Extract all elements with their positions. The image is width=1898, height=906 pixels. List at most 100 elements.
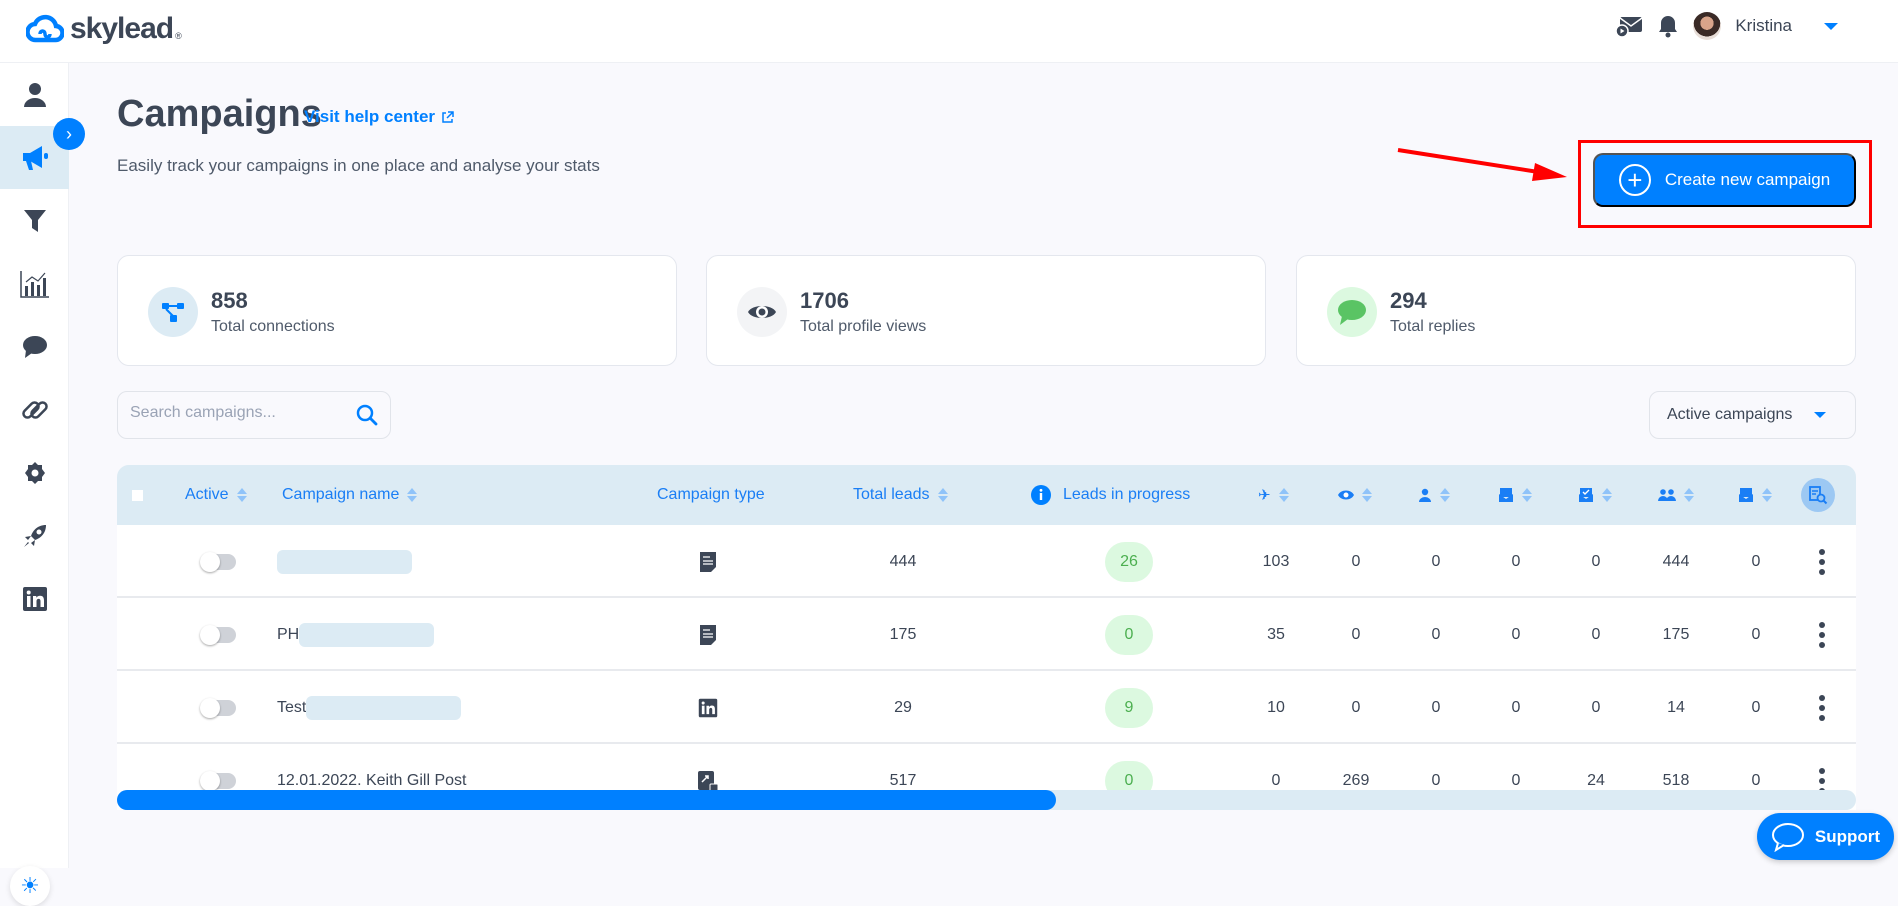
stat-cell-invites-sent: 103 bbox=[1262, 552, 1290, 570]
sort-icon bbox=[407, 488, 418, 502]
sort-icon bbox=[1602, 488, 1612, 502]
mail-play-icon[interactable] bbox=[1615, 14, 1643, 38]
active-toggle[interactable] bbox=[200, 551, 236, 572]
th-label: Active bbox=[185, 486, 229, 503]
redacted-text bbox=[306, 695, 462, 720]
search-input[interactable] bbox=[130, 404, 340, 422]
th-invites-sent[interactable]: ✈ bbox=[1258, 465, 1289, 525]
email-sent-icon bbox=[1499, 488, 1513, 502]
support-button[interactable]: Support bbox=[1757, 813, 1894, 860]
sort-icon bbox=[1684, 488, 1694, 502]
avatar[interactable] bbox=[1693, 12, 1722, 40]
link-icon bbox=[21, 400, 48, 419]
row-menu-button[interactable] bbox=[1807, 598, 1837, 671]
gear-icon bbox=[24, 461, 45, 484]
leads-in-progress-cell: 9 bbox=[1069, 671, 1189, 744]
table-row[interactable]: Test 29 9 10 0 0 0 0 14 0 bbox=[117, 671, 1856, 744]
cloud-link-icon bbox=[26, 14, 64, 43]
th-connections[interactable] bbox=[1658, 465, 1694, 525]
th-active[interactable]: Active bbox=[185, 465, 247, 525]
sidebar-item-integrations[interactable] bbox=[0, 378, 69, 441]
table-search-icon bbox=[1809, 486, 1828, 505]
sidebar-item-statistics[interactable] bbox=[0, 252, 69, 315]
linkedin-type-icon bbox=[677, 671, 739, 744]
table-row[interactable]: 444 26 103 0 0 0 0 444 0 bbox=[117, 525, 1856, 598]
sidebar-item-boost[interactable] bbox=[0, 504, 69, 567]
active-toggle[interactable] bbox=[200, 697, 236, 718]
stat-cell-invites-sent: 35 bbox=[1267, 625, 1285, 643]
active-toggle[interactable] bbox=[200, 770, 236, 791]
th-email-sent[interactable] bbox=[1498, 465, 1532, 525]
stat-cell-email-verified: 0 bbox=[1591, 698, 1601, 716]
campaign-name-cell[interactable]: Test bbox=[277, 671, 462, 744]
total-leads: 175 bbox=[889, 625, 917, 643]
sort-icon bbox=[1522, 488, 1532, 502]
stat-value: 1706 bbox=[800, 288, 849, 313]
sidebar-item-settings[interactable] bbox=[0, 441, 69, 504]
campaign-name[interactable]: PH bbox=[277, 626, 299, 644]
row-menu-button[interactable] bbox=[1807, 525, 1837, 598]
row-menu-button[interactable] bbox=[1807, 671, 1837, 744]
chevron-down-icon[interactable] bbox=[1824, 22, 1838, 30]
registered-mark: ® bbox=[175, 31, 182, 41]
sidebar-item-profile[interactable] bbox=[0, 63, 69, 126]
csv-type-icon bbox=[677, 598, 739, 671]
stat-cell-profile-views: 0 bbox=[1351, 698, 1361, 716]
chevron-down-icon bbox=[1814, 412, 1827, 418]
th-campaign-name[interactable]: Campaign name bbox=[282, 465, 418, 525]
sort-icon bbox=[1762, 488, 1772, 502]
sidebar-item-inbox[interactable] bbox=[0, 315, 69, 378]
search-icon[interactable] bbox=[356, 404, 378, 426]
logo[interactable]: skylead ® bbox=[26, 12, 182, 46]
th-email-replies[interactable] bbox=[1738, 465, 1772, 525]
stat-cell-email-replies: 0 bbox=[1751, 552, 1761, 570]
th-email-verified[interactable] bbox=[1578, 465, 1612, 525]
sort-icon bbox=[1278, 488, 1289, 502]
th-profile-views[interactable] bbox=[1338, 465, 1372, 525]
user-icon bbox=[23, 82, 46, 107]
column-settings-button[interactable] bbox=[1801, 465, 1835, 525]
support-label: Support bbox=[1814, 826, 1881, 846]
horizontal-scrollbar[interactable] bbox=[117, 790, 1856, 810]
th-label: Campaign type bbox=[657, 486, 765, 503]
stat-cell-follows: 0 bbox=[1431, 625, 1441, 643]
campaign-status-dropdown[interactable]: Active campaigns bbox=[1649, 391, 1856, 439]
search-box bbox=[117, 391, 391, 439]
th-follows[interactable] bbox=[1418, 465, 1450, 525]
sidebar-item-linkedin[interactable] bbox=[0, 567, 69, 630]
sidebar-expand-button[interactable]: › bbox=[53, 118, 85, 150]
campaign-name-cell[interactable]: PH bbox=[277, 598, 435, 671]
table-row[interactable]: PH 175 0 35 0 0 0 0 175 0 bbox=[117, 598, 1856, 671]
more-vertical-icon bbox=[1819, 621, 1825, 648]
create-campaign-button[interactable]: + Create new campaign bbox=[1593, 153, 1856, 207]
active-toggle-cell bbox=[200, 525, 236, 598]
sort-icon bbox=[1440, 488, 1450, 502]
bell-icon[interactable] bbox=[1657, 14, 1679, 38]
stat-card-connections: 858 Total connections bbox=[117, 255, 677, 366]
leads-in-progress-badge: 0 bbox=[1105, 614, 1153, 655]
stat-cell-invites-sent: 10 bbox=[1267, 698, 1285, 716]
theme-toggle[interactable]: ☀ bbox=[10, 866, 50, 906]
stat-label: Total connections bbox=[211, 318, 335, 335]
stat-cell-email-sent: 0 bbox=[1511, 698, 1521, 716]
campaign-name-cell[interactable] bbox=[277, 525, 412, 598]
scrollbar-thumb[interactable] bbox=[117, 790, 1057, 810]
redacted-text bbox=[277, 549, 412, 574]
active-toggle[interactable] bbox=[200, 624, 236, 645]
sidebar-item-filter[interactable] bbox=[0, 189, 69, 252]
chat-bubble-icon bbox=[1771, 822, 1804, 852]
stat-value: 294 bbox=[1390, 288, 1427, 313]
leads-in-progress-badge: 26 bbox=[1105, 541, 1153, 582]
select-all-checkbox[interactable] bbox=[132, 465, 143, 525]
stat-cell-connections: 175 bbox=[1662, 625, 1690, 643]
th-total-leads[interactable]: Total leads bbox=[853, 465, 948, 525]
chat-icon bbox=[22, 335, 47, 358]
more-vertical-icon bbox=[1819, 694, 1825, 721]
campaign-name[interactable]: 12.01.2022. Keith Gill Post bbox=[277, 772, 466, 790]
campaign-name[interactable]: Test bbox=[277, 699, 306, 717]
page-title: Campaigns bbox=[117, 93, 322, 135]
stat-card-profile-views: 1706 Total profile views bbox=[706, 255, 1266, 366]
help-center-link[interactable]: Visit help center bbox=[304, 107, 454, 127]
info-icon[interactable] bbox=[1031, 485, 1051, 505]
user-name[interactable]: Kristina bbox=[1735, 16, 1792, 36]
